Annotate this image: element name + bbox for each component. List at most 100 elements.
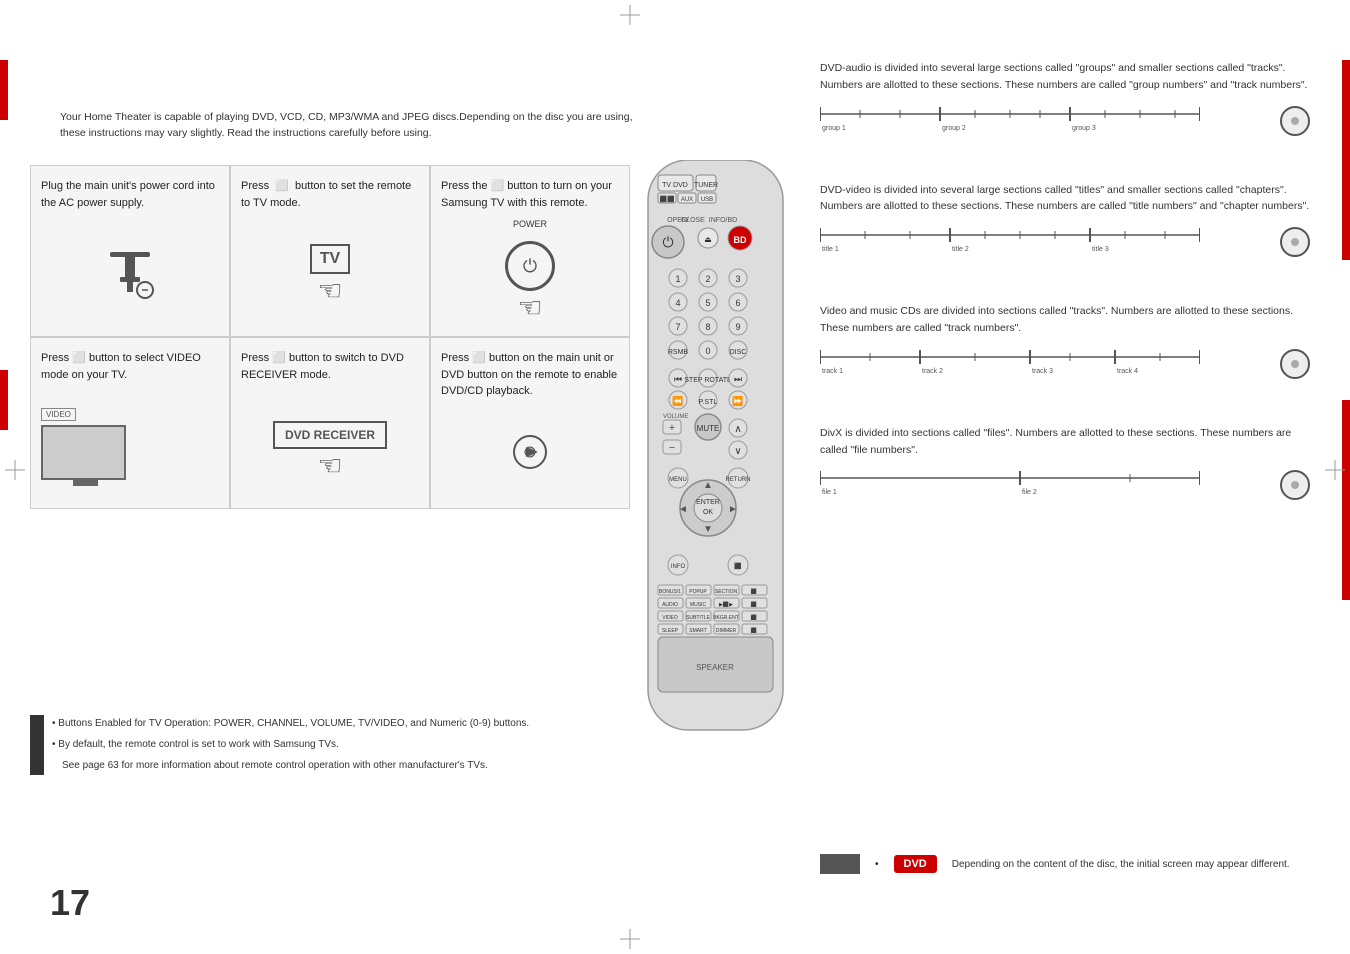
svg-text:track 3: track 3 bbox=[1032, 368, 1053, 375]
svg-text:file 2: file 2 bbox=[1022, 489, 1037, 496]
svg-text:3: 3 bbox=[735, 274, 740, 284]
svg-text:STEP ROTATE: STEP ROTATE bbox=[684, 377, 732, 384]
svg-text:MENU: MENU bbox=[669, 477, 687, 483]
dvd-video-section: DVD-video is divided into several large … bbox=[820, 182, 1310, 279]
svg-text:◄: ◄ bbox=[678, 504, 688, 515]
svg-text:USB: USB bbox=[701, 197, 713, 203]
svg-text:BONUS/1: BONUS/1 bbox=[659, 589, 681, 595]
svg-text:RETURN: RETURN bbox=[726, 477, 751, 483]
svg-text:►: ► bbox=[728, 504, 738, 515]
svg-text:RSMB: RSMB bbox=[668, 349, 689, 356]
cd-music-text: Video and music CDs are divided into sec… bbox=[820, 303, 1310, 337]
steps-section: Plug the main unit's power cord into the… bbox=[30, 165, 630, 509]
svg-text:7: 7 bbox=[675, 322, 680, 332]
bottom-note-symbol: • bbox=[875, 859, 879, 870]
dvd-video-disc-icon bbox=[1280, 227, 1310, 257]
svg-text:title 3: title 3 bbox=[1092, 246, 1109, 253]
svg-text:⏻: ⏻ bbox=[662, 234, 673, 250]
dvd-video-track-row: title 1 title 2 title 3 bbox=[820, 223, 1310, 258]
svg-text:1: 1 bbox=[675, 274, 680, 284]
notes-container: • Buttons Enabled for TV Operation: POWE… bbox=[30, 715, 610, 775]
note-3: See page 63 for more information about r… bbox=[62, 760, 488, 771]
dvd-audio-disc-icon bbox=[1280, 106, 1310, 136]
svg-text:MUSIC: MUSIC bbox=[690, 602, 707, 608]
svg-text:group 1: group 1 bbox=[822, 125, 846, 132]
svg-text:⬛: ⬛ bbox=[751, 588, 757, 595]
step-6-cell: Press ⬜ button on the main unit or DVD b… bbox=[431, 338, 629, 508]
dvd-play-icon bbox=[500, 432, 560, 472]
svg-text:DIMMER: DIMMER bbox=[716, 628, 737, 634]
dvd-video-diagram: title 1 title 2 title 3 bbox=[820, 223, 1272, 258]
intro-paragraph: Your Home Theater is capable of playing … bbox=[60, 111, 633, 139]
svg-text:6: 6 bbox=[735, 298, 740, 308]
svg-text:track 1: track 1 bbox=[822, 368, 843, 375]
svg-text:▶⬛▶: ▶⬛▶ bbox=[719, 601, 733, 608]
crosshair-top-center bbox=[620, 5, 640, 25]
svg-text:AUX: AUX bbox=[681, 197, 693, 203]
left-accent-top bbox=[0, 60, 8, 120]
bottom-note-text: Depending on the content of the disc, th… bbox=[952, 859, 1310, 870]
svg-text:∨: ∨ bbox=[734, 446, 741, 457]
svg-text:file 1: file 1 bbox=[822, 489, 837, 496]
svg-text:2: 2 bbox=[705, 274, 710, 284]
svg-text:⏭: ⏭ bbox=[734, 374, 742, 384]
svg-text:⏏: ⏏ bbox=[704, 235, 712, 244]
svg-text:SPEAKER: SPEAKER bbox=[696, 663, 734, 672]
cd-music-track-row: track 1 track 2 track 3 track 4 bbox=[820, 345, 1310, 380]
step-1-text: Plug the main unit's power cord into the… bbox=[41, 178, 219, 211]
video-label: VIDEO bbox=[41, 408, 76, 421]
svg-text:title 2: title 2 bbox=[952, 246, 969, 253]
tv-screen-box bbox=[41, 425, 126, 480]
svg-text:DISC: DISC bbox=[730, 349, 747, 356]
step-1-cell: Plug the main unit's power cord into the… bbox=[31, 166, 229, 336]
notes-section: • Buttons Enabled for TV Operation: POWE… bbox=[30, 715, 610, 775]
cd-music-section: Video and music CDs are divided into sec… bbox=[820, 303, 1310, 400]
page-container: Your Home Theater is capable of playing … bbox=[0, 0, 1350, 954]
svg-text:+: + bbox=[669, 422, 675, 434]
svg-text:VOLUME: VOLUME bbox=[663, 414, 688, 420]
svg-text:⏩: ⏩ bbox=[732, 395, 743, 406]
svg-text:5: 5 bbox=[705, 298, 710, 308]
svg-text:9: 9 bbox=[735, 322, 740, 332]
svg-text:−: − bbox=[669, 442, 675, 454]
svg-text:OK: OK bbox=[703, 509, 713, 516]
svg-text:⬛⬛: ⬛⬛ bbox=[660, 195, 675, 203]
svg-text:P.STL: P.STL bbox=[699, 399, 718, 406]
power-plug-icon bbox=[90, 242, 170, 302]
step-4-text: Press ⬜ button to select VIDEO mode on y… bbox=[41, 350, 219, 383]
dvd-audio-track-row: group 1 group 2 group 3 bbox=[820, 102, 1310, 137]
dvd-audio-text: DVD-audio is divided into several large … bbox=[820, 60, 1310, 94]
svg-text:group 2: group 2 bbox=[942, 125, 966, 132]
svg-text:VIDEO: VIDEO bbox=[662, 615, 678, 621]
step-3-cell: Press the ⬜ button to turn on your Samsu… bbox=[431, 166, 629, 336]
svg-text:⬛: ⬛ bbox=[751, 614, 757, 621]
power-button-icon: ⏻ bbox=[505, 241, 555, 291]
hand-cursor-icon: ☜ bbox=[317, 274, 342, 307]
dvd-receiver-label: DVD RECEIVER bbox=[273, 421, 387, 449]
dvd-video-text: DVD-video is divided into several large … bbox=[820, 182, 1310, 216]
svg-text:AUDIO: AUDIO bbox=[662, 602, 678, 608]
cd-music-disc-icon bbox=[1280, 349, 1310, 379]
note-dark-bar bbox=[30, 715, 44, 775]
left-accent-bottom bbox=[0, 370, 8, 430]
svg-text:BKGR.ENT: BKGR.ENT bbox=[713, 615, 739, 621]
note-1: Buttons Enabled for TV Operation: POWER,… bbox=[58, 718, 529, 729]
step-5-text: Press ⬜ button to switch to DVD RECEIVER… bbox=[241, 350, 419, 383]
svg-text:BD: BD bbox=[734, 235, 747, 245]
svg-text:SUBTITLE: SUBTITLE bbox=[686, 615, 711, 621]
dvd-audio-section: DVD-audio is divided into several large … bbox=[820, 60, 1310, 157]
intro-text: Your Home Theater is capable of playing … bbox=[60, 110, 640, 142]
svg-text:TV DVD: TV DVD bbox=[662, 182, 688, 189]
divx-track-row: file 1 file 2 bbox=[820, 466, 1310, 501]
right-accent-bottom bbox=[1342, 400, 1350, 600]
svg-text:⏮: ⏮ bbox=[674, 374, 682, 384]
notes-text: • Buttons Enabled for TV Operation: POWE… bbox=[52, 715, 529, 774]
bottom-right-note: • DVD Depending on the content of the di… bbox=[820, 854, 1310, 874]
divx-section: DivX is divided into sections called "fi… bbox=[820, 425, 1310, 522]
svg-text:SLEEP: SLEEP bbox=[662, 628, 679, 634]
crosshair-left-mid bbox=[5, 460, 25, 480]
step-2-text: Press ⬜ button to set the remote to TV m… bbox=[241, 178, 419, 211]
disc-sections: DVD-audio is divided into several large … bbox=[820, 60, 1310, 546]
step-3-text: Press the ⬜ button to turn on your Samsu… bbox=[441, 178, 619, 211]
svg-text:POPUP: POPUP bbox=[689, 589, 707, 595]
